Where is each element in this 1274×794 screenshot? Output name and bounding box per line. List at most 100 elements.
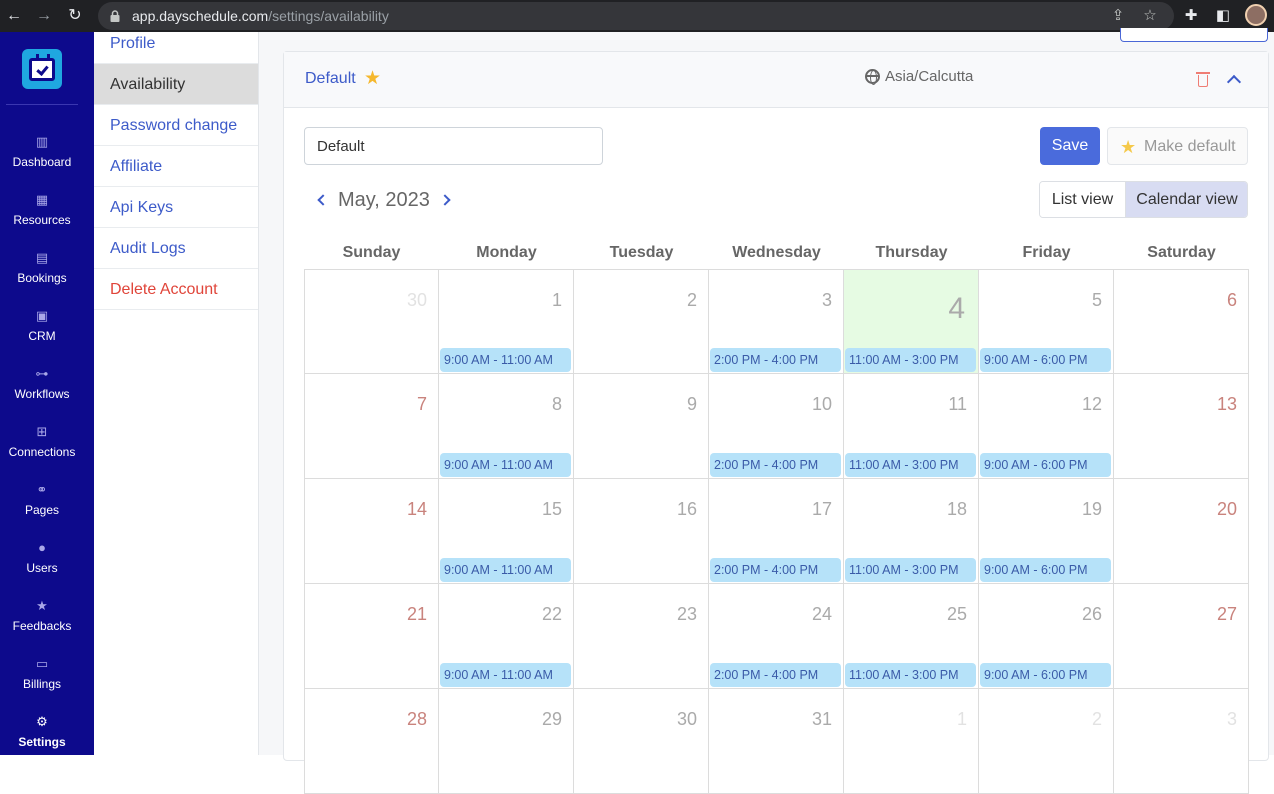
calendar-day-cell[interactable]: 24 2:00 PM - 4:00 PM	[709, 584, 844, 689]
delete-trash-icon[interactable]	[1196, 72, 1210, 87]
save-button[interactable]: Save	[1040, 127, 1100, 165]
timezone-label: Asia/Calcutta	[885, 68, 974, 85]
prev-month-chevron-icon[interactable]	[317, 194, 329, 206]
schedule-name-input[interactable]	[304, 127, 603, 165]
contacts-icon: ▣	[35, 308, 49, 323]
calendar-day-cell[interactable]: 19 9:00 AM - 6:00 PM	[979, 479, 1114, 584]
availability-slot[interactable]: 9:00 AM - 11:00 AM	[440, 558, 571, 582]
settings-menu-api-keys[interactable]: Api Keys	[94, 187, 258, 228]
nav-item-label: Billings	[22, 677, 61, 691]
settings-menu-availability[interactable]: Availability	[94, 64, 258, 105]
calendar-day-cell[interactable]: 27	[1114, 584, 1249, 689]
calendar-day-cell[interactable]: 10 2:00 PM - 4:00 PM	[709, 374, 844, 479]
calendar-day-cell[interactable]: 1	[844, 689, 979, 794]
dayschedule-logo[interactable]	[22, 49, 62, 89]
availability-slot[interactable]: 9:00 AM - 11:00 AM	[440, 348, 571, 372]
settings-menu-delete-account[interactable]: Delete Account	[94, 269, 258, 310]
calendar-day-cell[interactable]: 12 9:00 AM - 6:00 PM	[979, 374, 1114, 479]
share-icon[interactable]: ⇪	[1109, 7, 1127, 25]
nav-item-workflows[interactable]: ⊶ Workflows	[0, 366, 84, 416]
availability-slot[interactable]: 2:00 PM - 4:00 PM	[710, 453, 841, 477]
nav-item-dashboard[interactable]: ▥ Dashboard	[0, 134, 84, 184]
nav-item-billings[interactable]: ▭ Billings	[0, 656, 84, 706]
back-arrow-icon[interactable]: ←	[4, 6, 24, 26]
calendar-day-cell[interactable]: 25 11:00 AM - 3:00 PM	[844, 584, 979, 689]
nav-item-pages[interactable]: ⚭ Pages	[0, 482, 84, 532]
availability-slot[interactable]: 2:00 PM - 4:00 PM	[710, 663, 841, 687]
day-number: 30	[406, 290, 427, 310]
availability-slot[interactable]: 9:00 AM - 6:00 PM	[980, 453, 1111, 477]
nav-item-crm[interactable]: ▣ CRM	[0, 308, 84, 358]
settings-menu-profile[interactable]: Profile	[94, 23, 258, 64]
calendar-day-cell[interactable]: 13	[1114, 374, 1249, 479]
calendar-day-cell[interactable]: 3 2:00 PM - 4:00 PM	[709, 269, 844, 374]
calendar-day-cell[interactable]: 16	[574, 479, 709, 584]
availability-slot[interactable]: 9:00 AM - 11:00 AM	[440, 663, 571, 687]
calendar-grid: 30 1 9:00 AM - 11:00 AM 2 3 2:00 PM - 4:00 PM…	[304, 269, 1249, 794]
calendar-day-cell[interactable]: 31	[709, 689, 844, 794]
calendar-day-cell[interactable]: 20	[1114, 479, 1249, 584]
nav-item-label: Dashboard	[12, 155, 72, 169]
nav-item-users[interactable]: ● Users	[0, 540, 84, 590]
calendar-day-cell[interactable]: 30	[304, 269, 439, 374]
make-default-button[interactable]: ★ Make default	[1107, 127, 1248, 165]
side-panel-icon[interactable]: ◧	[1213, 6, 1233, 26]
nav-item-resources[interactable]: ▦ Resources	[0, 192, 84, 242]
calendar-day-cell[interactable]: 29	[439, 689, 574, 794]
calendar-day-cell[interactable]: 1 9:00 AM - 11:00 AM	[439, 269, 574, 374]
nav-item-feedbacks[interactable]: ★ Feedbacks	[0, 598, 84, 648]
address-bar[interactable]: app.dayschedule.com/settings/availabilit…	[98, 2, 1174, 30]
calendar-day-cell[interactable]: 23	[574, 584, 709, 689]
default-star-icon: ★	[364, 68, 382, 89]
availability-slot[interactable]: 9:00 AM - 11:00 AM	[440, 453, 571, 477]
list-view-button[interactable]: List view	[1040, 182, 1125, 217]
calendar-day-cell[interactable]: 17 2:00 PM - 4:00 PM	[709, 479, 844, 584]
profile-avatar[interactable]	[1245, 4, 1267, 26]
collapse-chevron-up-icon[interactable]	[1226, 74, 1242, 90]
calendar-day-cell[interactable]: 14	[304, 479, 439, 584]
next-month-chevron-icon[interactable]	[439, 194, 451, 206]
settings-menu-password-change[interactable]: Password change	[94, 105, 258, 146]
calendar-view-button[interactable]: Calendar view	[1125, 182, 1247, 217]
availability-slot[interactable]: 2:00 PM - 4:00 PM	[710, 558, 841, 582]
calendar-day-cell[interactable]: 30	[574, 689, 709, 794]
calendar-day-cell[interactable]: 22 9:00 AM - 11:00 AM	[439, 584, 574, 689]
calendar-day-cell[interactable]: 21	[304, 584, 439, 689]
calendar-day-cell[interactable]: 5 9:00 AM - 6:00 PM	[979, 269, 1114, 374]
calendar-day-cell[interactable]: 15 9:00 AM - 11:00 AM	[439, 479, 574, 584]
nav-item-settings[interactable]: ⚙ Settings	[0, 714, 84, 764]
extensions-puzzle-icon[interactable]: ✚	[1181, 6, 1201, 26]
availability-slot[interactable]: 9:00 AM - 6:00 PM	[980, 558, 1111, 582]
top-action-button[interactable]	[1120, 28, 1268, 42]
calendar-day-cell[interactable]: 3	[1114, 689, 1249, 794]
calendar-day-cell[interactable]: 8 9:00 AM - 11:00 AM	[439, 374, 574, 479]
forward-arrow-icon[interactable]: →	[34, 6, 54, 26]
availability-slot[interactable]: 11:00 AM - 3:00 PM	[845, 558, 976, 582]
calendar-day-cell[interactable]: 6	[1114, 269, 1249, 374]
calendar-day-cell[interactable]: 2	[979, 689, 1114, 794]
settings-menu-audit-logs[interactable]: Audit Logs	[94, 228, 258, 269]
availability-slot[interactable]: 9:00 AM - 6:00 PM	[980, 663, 1111, 687]
calendar-day-cell[interactable]: 9	[574, 374, 709, 479]
calendar-day-cell[interactable]: 18 11:00 AM - 3:00 PM	[844, 479, 979, 584]
star-icon: ★	[1120, 137, 1137, 157]
settings-submenu: Profile Availability Password change Affili…	[94, 32, 259, 755]
calendar-day-cell[interactable]: 2	[574, 269, 709, 374]
availability-slot[interactable]: 9:00 AM - 6:00 PM	[980, 348, 1111, 372]
availability-slot[interactable]: 11:00 AM - 3:00 PM	[845, 348, 976, 372]
calendar-day-cell[interactable]: 7	[304, 374, 439, 479]
availability-slot[interactable]: 11:00 AM - 3:00 PM	[845, 453, 976, 477]
calendar-day-cell-today[interactable]: 4 11:00 AM - 3:00 PM	[844, 269, 979, 374]
bookmark-star-icon[interactable]: ☆	[1141, 7, 1159, 25]
nav-item-bookings[interactable]: ▤ Bookings	[0, 250, 84, 300]
calendar-day-cell[interactable]: 28	[304, 689, 439, 794]
nav-item-connections[interactable]: ⊞ Connections	[0, 424, 84, 474]
availability-slot[interactable]: 2:00 PM - 4:00 PM	[710, 348, 841, 372]
calendar-day-cell[interactable]: 11 11:00 AM - 3:00 PM	[844, 374, 979, 479]
settings-menu-affiliate[interactable]: Affiliate	[94, 146, 258, 187]
availability-slot[interactable]: 11:00 AM - 3:00 PM	[845, 663, 976, 687]
nav-item-label: CRM	[28, 329, 56, 343]
calendar-day-cell[interactable]: 26 9:00 AM - 6:00 PM	[979, 584, 1114, 689]
reload-icon[interactable]: ↻	[65, 6, 85, 26]
availability-card-header[interactable]: Default ★ Asia/Calcutta	[284, 52, 1268, 108]
